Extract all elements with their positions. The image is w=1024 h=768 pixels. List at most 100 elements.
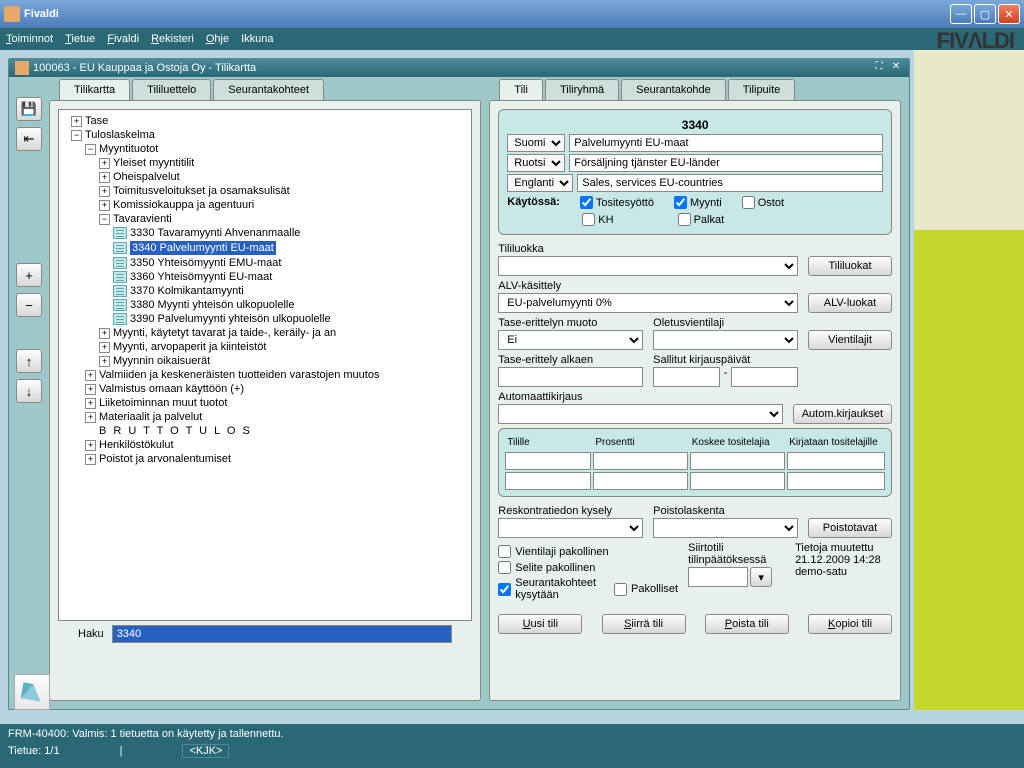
siirto-lookup-button[interactable]: ▾ — [750, 567, 772, 587]
tase-alkaen-input[interactable] — [498, 367, 643, 387]
tase-muoto-select[interactable]: Ei — [498, 330, 643, 350]
tree-poistot[interactable]: Poistot ja arvonalentumiset — [99, 453, 231, 465]
tbl-r2-c3[interactable] — [690, 472, 786, 490]
sallitut-from[interactable] — [653, 367, 720, 387]
arrow-down-button[interactable]: ↓ — [16, 379, 42, 403]
close-button[interactable]: ✕ — [998, 4, 1020, 24]
tree-yleiset[interactable]: Yleiset myyntitilit — [113, 157, 194, 169]
tree-toimitus[interactable]: Toimitusveloitukset ja osamaksulisät — [113, 185, 290, 197]
tree-myynti-arvopaperit[interactable]: Myynti, arvopaperit ja kiinteistöt — [113, 341, 266, 353]
tree-valmiiden[interactable]: Valmiiden ja keskeneräisten tuotteiden v… — [99, 369, 379, 381]
tililuokka-select[interactable] — [498, 256, 798, 276]
autokirj-select[interactable] — [498, 404, 782, 424]
tree-oheis[interactable]: Oheispalvelut — [113, 171, 180, 183]
cb-palkat[interactable] — [678, 213, 691, 226]
cb-seurantakohteet[interactable] — [498, 583, 511, 596]
tree-liiketoiminnan[interactable]: Liiketoiminnan muut tuotot — [99, 397, 227, 409]
uusi-tili-button[interactable]: Uusi tili — [498, 614, 582, 634]
tree-myynti-kaytetyt[interactable]: Myynti, käytetyt tavarat ja taide-, kerä… — [113, 327, 336, 339]
cb-kh[interactable] — [582, 213, 595, 226]
menu-fivaldi[interactable]: Fivaldi — [107, 33, 139, 45]
alv-select[interactable]: EU-palvelumyynti 0% — [498, 293, 798, 313]
vientilajit-button[interactable]: Vientilajit — [808, 330, 892, 350]
account-tree[interactable]: +Tase −Tuloslaskelma −Myyntituotot +Ylei… — [58, 109, 472, 621]
tab-tilikartta[interactable]: Tilikartta — [59, 79, 130, 100]
cb-myynti[interactable] — [674, 196, 687, 209]
subwin-close-button[interactable]: ✕ — [889, 61, 903, 75]
tililuokat-button[interactable]: Tililuokat — [808, 256, 892, 276]
autokirj-button[interactable]: Autom.kirjaukset — [793, 404, 892, 424]
tree-3360[interactable]: 3360 Yhteisömyynti EU-maat — [130, 271, 272, 283]
tbl-r1-c2[interactable] — [593, 452, 687, 470]
tree-tavaravienti[interactable]: Tavaravienti — [113, 213, 172, 225]
lang-en-select[interactable]: Englanti — [507, 174, 573, 192]
tree-henkilosto[interactable]: Henkilöstökulut — [99, 439, 174, 451]
sallitut-to[interactable] — [731, 367, 798, 387]
tab-tiliryhma[interactable]: Tiliryhmä — [545, 79, 619, 100]
name-en[interactable]: Sales, services EU-countries — [577, 174, 883, 192]
cb-pakolliset[interactable] — [614, 583, 627, 596]
tree-3330[interactable]: 3330 Tavaramyynti Ahvenanmaalle — [130, 227, 300, 239]
tree-tuloslaskelma[interactable]: Tuloslaskelma — [85, 129, 155, 141]
tree-3340[interactable]: 3340 Palvelumyynti EU-maat — [130, 241, 276, 255]
alv-luokat-button[interactable]: ALV-luokat — [808, 293, 892, 313]
tbl-r2-c2[interactable] — [593, 472, 687, 490]
tree-valmistus[interactable]: Valmistus omaan käyttöön (+) — [99, 383, 244, 395]
tree-3390[interactable]: 3390 Palvelumyynti yhteisön ulkopuolelle — [130, 313, 331, 325]
menu-ikkuna[interactable]: Ikkuna — [241, 33, 273, 45]
tree-myynnin-oikaisu[interactable]: Myynnin oikaisuerät — [113, 355, 210, 367]
tbl-r2-c1[interactable] — [505, 472, 591, 490]
corner-logo[interactable] — [14, 674, 50, 710]
plus-button[interactable]: + — [16, 263, 42, 287]
tab-seurantakohde[interactable]: Seurantakohde — [621, 79, 726, 100]
tab-tili[interactable]: Tili — [499, 79, 543, 100]
haku-input[interactable] — [112, 625, 452, 643]
poista-tili-button[interactable]: Poista tili — [705, 614, 789, 634]
tree-3380[interactable]: 3380 Myynti yhteisön ulkopuolelle — [130, 299, 295, 311]
account-icon — [113, 227, 127, 239]
cb-tositesyotto[interactable] — [580, 196, 593, 209]
tree-materiaalit[interactable]: Materiaalit ja palvelut — [99, 411, 202, 423]
minimize-button[interactable]: — — [950, 4, 972, 24]
reskontra-select[interactable] — [498, 518, 643, 538]
menu-ohje[interactable]: Ohje — [206, 33, 229, 45]
tbl-r1-c1[interactable] — [505, 452, 591, 470]
menu-tietue[interactable]: Tietue — [65, 33, 95, 45]
name-fi[interactable]: Palvelumyynti EU-maat — [569, 134, 883, 152]
siirra-tili-button[interactable]: Siirrä tili — [602, 614, 686, 634]
tbl-r1-c4[interactable] — [787, 452, 885, 470]
poistolask-select[interactable] — [653, 518, 798, 538]
tab-tililuettelo[interactable]: Tililuettelo — [132, 79, 211, 100]
tbl-r1-c3[interactable] — [690, 452, 786, 470]
siirto-input[interactable] — [688, 567, 748, 587]
tree-myyntituotot[interactable]: Myyntituotot — [99, 143, 158, 155]
poistotavat-button[interactable]: Poistotavat — [808, 518, 892, 538]
tree-3350[interactable]: 3350 Yhteisömyynti EMU-maat — [130, 257, 281, 269]
tree-3370[interactable]: 3370 Kolmikantamyynti — [130, 285, 244, 297]
maximize-button[interactable]: ▢ — [974, 4, 996, 24]
oletusvientilaji-select[interactable] — [653, 330, 798, 350]
back-icon[interactable]: ⇤ — [16, 127, 42, 151]
tab-tilipuite[interactable]: Tilipuite — [728, 79, 796, 100]
tree-komissio[interactable]: Komissiokauppa ja agentuuri — [113, 199, 254, 211]
account-icon — [113, 285, 127, 297]
lang-suomi-select[interactable]: Suomi — [507, 134, 565, 152]
cb-vientilaji-pak[interactable] — [498, 545, 511, 558]
account-icon — [113, 257, 127, 269]
cb-selite-pak[interactable] — [498, 561, 511, 574]
tbl-r2-c4[interactable] — [787, 472, 885, 490]
tree-tase[interactable]: Tase — [85, 115, 108, 127]
subwin-restore-button[interactable]: ⛶ — [872, 61, 886, 75]
tab-seurantakohteet[interactable]: Seurantakohteet — [213, 79, 324, 100]
cb-ostot[interactable] — [742, 196, 755, 209]
save-icon[interactable]: 💾 — [16, 97, 42, 121]
right-strip — [914, 50, 1024, 718]
lang-ruotsi-select[interactable]: Ruotsi — [507, 154, 565, 172]
arrow-up-button[interactable]: ↑ — [16, 349, 42, 373]
menu-toiminnot[interactable]: Toiminnot — [6, 33, 53, 45]
minus-button[interactable]: − — [16, 293, 42, 317]
name-sv[interactable]: Försäljning tjänster EU-länder — [569, 154, 883, 172]
menu-rekisteri[interactable]: Rekisteri — [151, 33, 194, 45]
tree-bruttotulos[interactable]: B R U T T O T U L O S — [99, 425, 252, 437]
kopioi-tili-button[interactable]: Kopioi tili — [808, 614, 892, 634]
